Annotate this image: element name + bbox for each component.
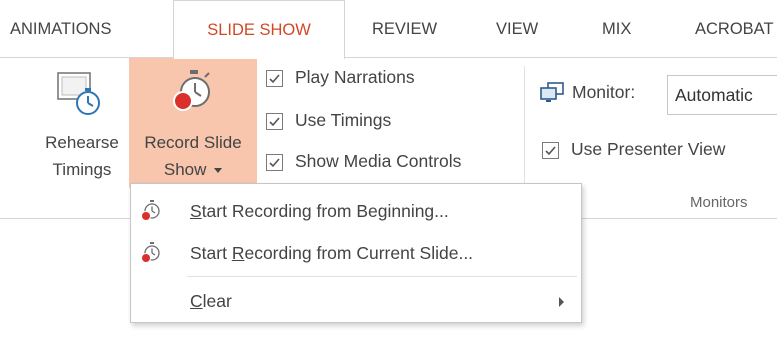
menu-separator bbox=[187, 276, 577, 277]
ribbon-tab-bar: ANIMATIONS SLIDE SHOW REVIEW VIEW MIX AC… bbox=[0, 0, 777, 59]
menu-label-post: lear bbox=[202, 291, 232, 311]
tab-slide-show[interactable]: SLIDE SHOW bbox=[173, 0, 345, 59]
show-media-controls-checkbox[interactable]: Show Media Controls bbox=[266, 149, 516, 175]
rehearse-timings-label-line2: Timings bbox=[52, 160, 112, 179]
record-slide-show-label-line2: Show bbox=[129, 159, 257, 181]
checkbox-checked-icon bbox=[266, 113, 283, 130]
menu-label-accelerator: R bbox=[231, 243, 245, 263]
stopwatch-slide-icon bbox=[57, 72, 100, 115]
checkbox-checked-icon bbox=[266, 154, 283, 171]
show-media-controls-label: Show Media Controls bbox=[295, 151, 462, 171]
record-stopwatch-icon bbox=[173, 70, 210, 111]
rehearse-timings-label-line1: Rehearse bbox=[45, 133, 119, 152]
record-slide-show-label-line1: Record Slide bbox=[144, 133, 242, 152]
tab-review[interactable]: REVIEW bbox=[372, 0, 437, 58]
monitor-select[interactable]: Automatic bbox=[667, 75, 777, 115]
tab-view[interactable]: VIEW bbox=[496, 0, 538, 58]
tab-acrobat[interactable]: ACROBAT bbox=[695, 0, 774, 58]
menu-label-post: tart Recording from Beginning... bbox=[201, 201, 449, 221]
tab-mix[interactable]: MIX bbox=[602, 0, 631, 58]
tab-animations[interactable]: ANIMATIONS bbox=[10, 0, 111, 58]
menu-label-accelerator: C bbox=[190, 291, 203, 311]
dropdown-arrow-icon bbox=[214, 168, 223, 174]
checkbox-checked-icon bbox=[266, 70, 283, 87]
menu-label-pre: Start bbox=[190, 243, 232, 263]
record-slide-show-button[interactable]: Record Slide Show bbox=[129, 58, 257, 188]
use-timings-label: Use Timings bbox=[295, 110, 392, 130]
menu-item-start-recording-from-beginning[interactable]: Start Recording from Beginning... bbox=[131, 190, 581, 232]
record-slide-show-menu: Start Recording from Beginning... Start … bbox=[130, 183, 582, 323]
rehearse-timings-button[interactable]: Rehearse Timings bbox=[34, 58, 130, 188]
use-timings-checkbox[interactable]: Use Timings bbox=[266, 108, 516, 134]
record-stopwatch-icon bbox=[141, 242, 160, 263]
menu-item-label: Start Recording from Beginning... bbox=[190, 201, 449, 222]
monitor-label: Monitor: bbox=[572, 82, 636, 102]
monitor-icon bbox=[540, 82, 564, 102]
menu-label-accelerator: S bbox=[190, 201, 202, 221]
use-presenter-view-label: Use Presenter View bbox=[571, 139, 726, 159]
menu-item-label: Start Recording from Current Slide... bbox=[190, 243, 473, 264]
play-narrations-checkbox[interactable]: Play Narrations bbox=[266, 65, 516, 91]
menu-item-clear[interactable]: Clear bbox=[131, 280, 581, 322]
monitors-group-label: Monitors bbox=[690, 194, 748, 211]
menu-item-start-recording-from-current-slide[interactable]: Start Recording from Current Slide... bbox=[131, 232, 581, 274]
record-stopwatch-icon bbox=[141, 200, 160, 221]
menu-item-label: Clear bbox=[190, 291, 232, 312]
play-narrations-label: Play Narrations bbox=[295, 67, 415, 87]
checkbox-checked-icon bbox=[542, 142, 559, 159]
submenu-arrow-icon bbox=[559, 297, 564, 307]
record-slide-show-label-text: Show bbox=[163, 160, 207, 179]
use-presenter-view-checkbox[interactable]: Use Presenter View bbox=[542, 137, 777, 163]
menu-label-post: ecording from Current Slide... bbox=[244, 243, 474, 263]
